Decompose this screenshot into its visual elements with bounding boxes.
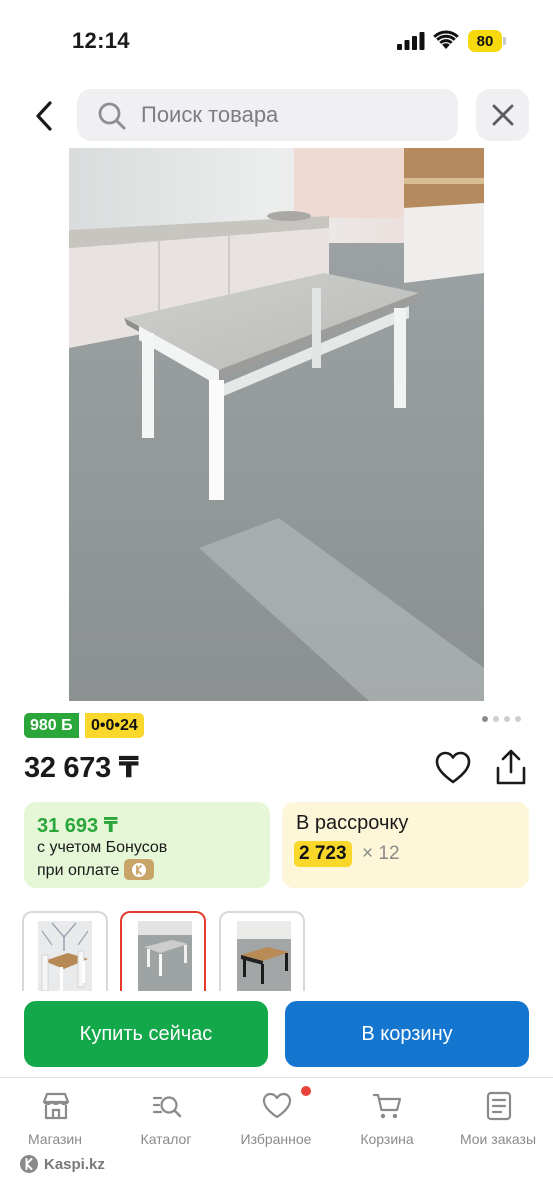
installment-card[interactable]: В рассрочку 2 723 × 12	[282, 802, 529, 888]
search-bar[interactable]	[77, 89, 458, 141]
share-button[interactable]	[494, 748, 528, 788]
catalog-icon	[152, 1096, 182, 1118]
kaspi-logo-icon	[20, 1155, 38, 1173]
thumb-wood-table[interactable]	[219, 911, 305, 991]
nav-item-shop[interactable]: Магазин	[0, 1090, 110, 1152]
battery-level: 80	[476, 33, 494, 50]
cellular-signal-icon	[397, 32, 425, 50]
nav-item-cart[interactable]: Корзина	[332, 1090, 442, 1152]
installment-months: × 12	[362, 843, 400, 864]
kaspi-gold-icon	[124, 859, 154, 880]
back-arrow-icon	[36, 101, 52, 131]
heart-icon	[262, 1092, 292, 1119]
favorites-notification-dot	[301, 1086, 311, 1096]
thumbnail-photo	[237, 921, 291, 991]
back-button[interactable]	[24, 92, 64, 140]
kaspi-logo-icon	[132, 862, 146, 877]
buy-now-button[interactable]: Купить сейчас	[24, 1001, 268, 1067]
search-icon	[98, 102, 126, 130]
favorite-button[interactable]	[434, 750, 472, 786]
bonus-price-card[interactable]: 31 693 ₸ с учетом Бонусов при оплате	[24, 802, 270, 888]
thumbnail-image	[38, 921, 92, 991]
status-bar: 12:14 80	[0, 0, 553, 82]
nav-label-shop: Магазин	[27, 1131, 82, 1147]
watermark-text: Kaspi.kz	[44, 1155, 105, 1173]
carousel-dot	[515, 716, 521, 722]
nav-label-cart: Корзина	[360, 1131, 414, 1147]
close-button[interactable]	[476, 89, 529, 141]
nav-item-favorites[interactable]: Избранное	[221, 1090, 331, 1152]
bonus-caption-line1: с учетом Бонусов	[37, 839, 168, 856]
installment-title: В рассрочку	[296, 812, 409, 834]
close-icon	[492, 104, 513, 126]
nav-label-favorites: Избранное	[240, 1131, 312, 1147]
wifi-icon	[433, 30, 459, 49]
orders-icon	[486, 1091, 512, 1121]
carousel-dot	[493, 716, 499, 722]
thumbnail-image	[237, 921, 291, 991]
carousel-dot	[504, 716, 510, 722]
image-carousel-dots	[482, 716, 521, 722]
cart-icon	[372, 1093, 402, 1119]
nav-label-catalog: Каталог	[140, 1131, 192, 1147]
installment-monthly-amount: 2 723	[294, 841, 352, 867]
thumbnail-image	[138, 921, 192, 991]
battery-indicator: 80	[468, 30, 506, 52]
product-photo-table	[69, 148, 484, 701]
bonus-caption-line2: при оплате	[37, 862, 120, 879]
thumb-table-with-chairs[interactable]	[22, 911, 108, 991]
carousel-dot-active	[482, 716, 488, 722]
bottom-navigation: Магазин Каталог Избранное Корзина Мои за…	[0, 1077, 553, 1200]
nav-item-orders[interactable]: Мои заказы	[443, 1090, 553, 1152]
thumbnail-photo	[138, 921, 192, 991]
thumbnail-photo	[38, 921, 92, 991]
kaspi-watermark: Kaspi.kz	[19, 1153, 105, 1175]
nav-item-catalog[interactable]: Каталог	[111, 1090, 221, 1152]
product-image[interactable]	[69, 148, 484, 701]
installment-badge: 0•0•24	[85, 713, 144, 738]
nav-label-orders: Мои заказы	[459, 1131, 537, 1147]
heart-icon	[435, 751, 471, 784]
battery-tip	[503, 37, 506, 45]
bonus-badge: 980 Б	[24, 713, 79, 738]
thumb-grey-table[interactable]	[120, 911, 206, 991]
product-price: 32 673 ₸	[24, 752, 139, 784]
status-time: 12:14	[72, 28, 130, 53]
search-input[interactable]	[141, 89, 441, 141]
shop-icon	[42, 1092, 70, 1120]
share-icon	[496, 749, 526, 785]
add-to-cart-button[interactable]: В корзину	[285, 1001, 529, 1067]
bonus-price: 31 693 ₸	[37, 815, 118, 837]
